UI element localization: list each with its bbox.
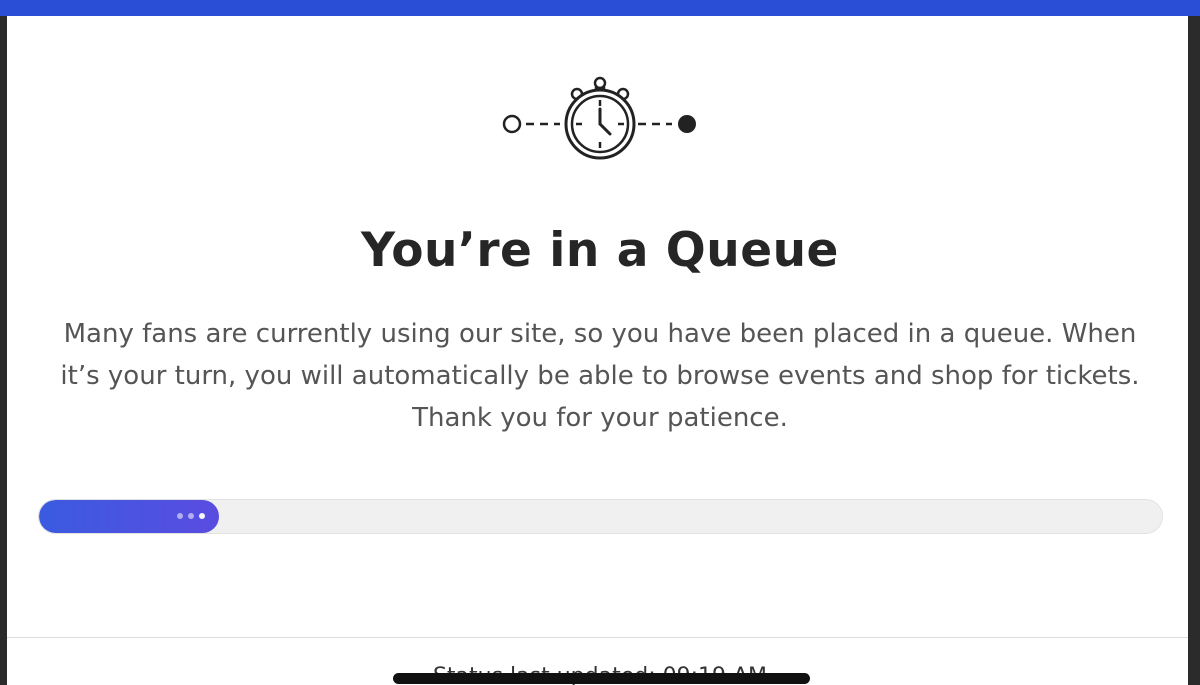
loading-dots-icon (176, 513, 205, 521)
stopwatch-progress-icon (502, 76, 696, 160)
device-edge-right (1188, 16, 1200, 685)
page-title: You’re in a Queue (361, 223, 839, 278)
top-brand-bar (0, 0, 1200, 16)
screen: You’re in a Queue Many fans are currentl… (0, 0, 1200, 685)
footer-divider (7, 637, 1188, 638)
device-edge-left (0, 16, 7, 685)
queue-description: Many fans are currently using our site, … (60, 319, 1140, 433)
queue-progress-bar (38, 499, 1163, 534)
queue-progress-fill (39, 500, 219, 533)
home-indicator[interactable] (393, 673, 810, 684)
